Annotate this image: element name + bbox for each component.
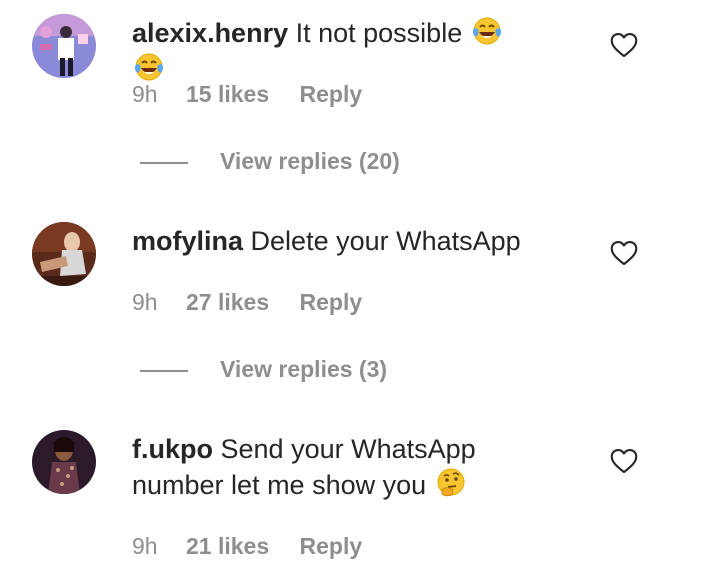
heart-outline-icon[interactable] [610,32,638,58]
face-with-tears-of-joy-emoji [472,16,502,46]
view-replies-button[interactable]: View replies (3) [140,355,387,383]
thinking-face-emoji [436,468,466,498]
comment-username[interactable]: mofylina [132,226,243,256]
heart-outline-icon[interactable] [610,448,638,474]
heart-outline-icon[interactable] [610,240,638,266]
comment-body: Delete your WhatsApp [250,226,521,256]
comment-meta: 9h 21 likes Reply [132,532,362,560]
reply-button[interactable]: Reply [300,532,363,560]
comment-text: mofylina Delete your WhatsApp [132,223,532,259]
comment-time: 9h [132,289,158,315]
comment-username[interactable]: f.ukpo [132,434,213,464]
comment-meta: 9h 15 likes Reply [132,80,362,108]
comment-username[interactable]: alexix.henry [132,18,288,48]
avatar[interactable] [32,14,96,78]
comment-time: 9h [132,533,158,559]
comment-meta: 9h 27 likes Reply [132,288,362,316]
divider-line [140,161,188,164]
comment-time: 9h [132,81,158,107]
view-replies-label: View replies (3) [220,356,388,382]
likes-count[interactable]: 27 likes [186,288,269,316]
reply-button[interactable]: Reply [300,288,363,316]
likes-count[interactable]: 21 likes [186,532,269,560]
reply-button[interactable]: Reply [300,80,363,108]
face-with-tears-of-joy-emoji [134,52,164,82]
comment-body: It not possible [295,18,463,48]
comment-text: f.ukpo Send your WhatsApp number let me … [132,431,532,503]
divider-line [140,369,188,372]
avatar[interactable] [32,430,96,494]
view-replies-button[interactable]: View replies (20) [140,147,400,175]
view-replies-label: View replies (20) [220,148,400,174]
avatar[interactable] [32,222,96,286]
comment-text: alexix.henry It not possible [132,15,532,87]
likes-count[interactable]: 15 likes [186,80,269,108]
